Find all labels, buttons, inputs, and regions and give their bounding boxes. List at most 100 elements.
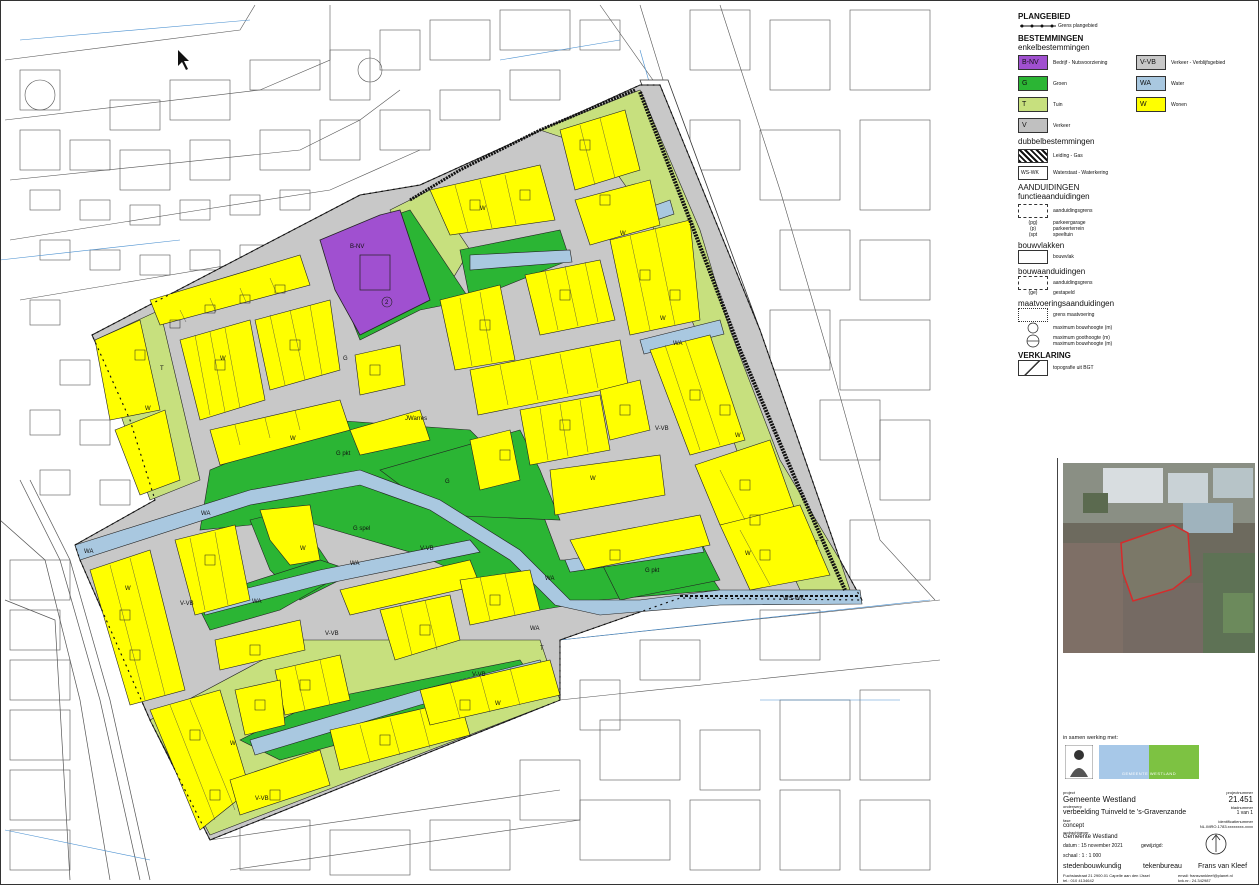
legend-item-bouw-grens: aanduidingsgrens <box>1018 276 1254 290</box>
swatch-bnv: B-NV <box>1018 55 1048 70</box>
legend-bestemmingen-heading: BESTEMMINGEN <box>1018 34 1084 43</box>
label-wswk: WS-WK <box>783 596 804 602</box>
label-g: G spel <box>353 526 370 532</box>
swatch-topografie <box>1018 360 1048 376</box>
legend-item-label: maximum goothoogte (m) maximum bouwhoogt… <box>1053 335 1113 347</box>
tb-fase: concept <box>1063 823 1085 829</box>
tb-project: Gemeente Westland <box>1063 795 1136 804</box>
legend-item-bouwvlak: bouwvlak <box>1018 250 1254 264</box>
label-wa: WA <box>673 341 682 347</box>
swatch-v: V <box>1018 118 1048 133</box>
swatch-wa: WA <box>1136 76 1166 91</box>
legend-verklaring-heading: VERKLARING <box>1018 351 1071 360</box>
legend-item-label: Bedrijf - Nutsvoorziening <box>1053 59 1108 66</box>
tb-schaal: schaal : 1 : 1 000 <box>1063 853 1102 859</box>
tb-firm-1: stedenbouwkundig <box>1063 863 1122 870</box>
legend-function-codes: (pg) (p) (spt <box>1028 220 1038 238</box>
swatch-waterkering: WS-WK <box>1018 166 1048 180</box>
label-w: W <box>125 586 131 592</box>
label-wa: WA <box>252 599 261 605</box>
legend-item-grens-maatvoering: grens maatvoering <box>1018 308 1254 322</box>
legend-item-label: Verkeer - Verblijfsgebied <box>1171 59 1226 66</box>
legend-item-label: maximum bouwhoogte (m) <box>1053 325 1113 331</box>
logo-text: GEMEENTE WESTLAND <box>1121 771 1177 776</box>
legend-item-aanduidingsgrens: aanduidingsgrens <box>1018 204 1254 218</box>
legend-item-wa: WA Water <box>1136 76 1254 91</box>
label-vvb: V-VB <box>180 601 194 607</box>
swatch-t: T <box>1018 97 1048 112</box>
label-wa: WA <box>201 511 210 517</box>
swatch-dashed <box>1018 204 1048 218</box>
legend-item-bnv: B-NV Bedrijf - Nutsvoorziening <box>1018 55 1136 70</box>
tb-kvk: kvk.nr.: 24.342987 <box>1178 878 1211 883</box>
legend-item-functies: (pg) (p) (spt parkeergarage parkeerterre… <box>1018 220 1254 238</box>
swatch-dotted <box>1018 308 1048 322</box>
label-w: W <box>590 476 596 482</box>
north-arrow-icon <box>1205 833 1227 855</box>
swatch-w: W <box>1136 97 1166 112</box>
tb-bladnummer: 1 van 1 <box>1236 810 1253 816</box>
label-w: W <box>290 436 296 442</box>
legend-item-label: grens maatvoering <box>1053 312 1095 318</box>
legend-item-label: Water <box>1171 80 1185 87</box>
label-w: W <box>745 551 751 557</box>
label-bnv: B-NV <box>350 244 364 250</box>
legend-item-label: Leiding - Gas <box>1053 153 1083 159</box>
label-w: W <box>230 741 236 747</box>
label-w: W <box>220 356 226 362</box>
tb-identificatie: NL.IMRO.1783.xxxxxxxx-xxxx <box>1199 824 1253 829</box>
legend-item-label: topografie uit BGT <box>1053 365 1094 371</box>
tb-onderwerp: verbeelding Tuinveld te 's-Gravenzande <box>1063 809 1187 816</box>
legend-item-topografie: topografie uit BGT <box>1018 360 1254 376</box>
tb-made-by: in samen werking met: <box>1063 735 1119 741</box>
label-vvb: V-VB <box>325 631 339 637</box>
tb-firm-2: tekenbureau <box>1143 863 1182 870</box>
legend-item-label: Groen <box>1053 80 1067 87</box>
legend-dubbel-heading: dubbelbestemmingen <box>1018 137 1095 146</box>
legend: PLANGEBIED Grens plangebied BESTEMMINGEN… <box>1018 12 1254 376</box>
legend-item-g: G Groen <box>1018 76 1136 91</box>
legend-function-labels: parkeergarage parkeerterrein speeltuin <box>1053 220 1086 238</box>
tb-firm-3: Frans van Kleef <box>1198 863 1248 870</box>
legend-item-label: Waterstaat - Waterkering <box>1053 170 1109 176</box>
swatch-gas-hatch <box>1018 149 1048 163</box>
label-w: W <box>480 206 486 212</box>
legend-item-w: W Wonen <box>1136 97 1254 112</box>
legend-item-label: gestapeld <box>1053 290 1075 296</box>
zoning-map[interactable]: W W W W W W W W W W W W W WA WA WA WA WA… <box>0 0 940 885</box>
legend-aanduidingen-heading: AANDUIDINGEN <box>1018 183 1080 192</box>
label-wa: WA <box>350 561 359 567</box>
legend-item-bouwhoogte: maximum bouwhoogte (m) <box>1018 322 1254 334</box>
height-circle-icon <box>1027 322 1039 334</box>
boundary-line-icon <box>1020 24 1056 28</box>
label-w: W <box>495 701 501 707</box>
logo-figure-icon <box>1065 745 1093 779</box>
legend-bestemmingen-grid: B-NV Bedrijf - Nutsvoorziening V-VB Verk… <box>1018 55 1254 133</box>
legend-plangebied-row: Grens plangebied <box>1018 21 1254 31</box>
label-vvb: V-VB <box>255 796 269 802</box>
label-w: W <box>145 406 151 412</box>
label-wa: WA <box>530 626 539 632</box>
label-w: W <box>735 433 741 439</box>
height-split-circle-icon <box>1026 334 1040 348</box>
tb-address-2: tel.: 010 4134642 <box>1063 878 1094 883</box>
legend-item-gestapeld: (ge) gestapeld <box>1018 290 1254 296</box>
legend-item-gas: Leiding - Gas <box>1018 149 1254 163</box>
legend-aanduidingen-subheading: functieaanduidingen <box>1018 192 1090 201</box>
tb-opdrachtgever: Gemeente Westland <box>1063 834 1118 840</box>
legend-item-label: Wonen <box>1171 101 1187 108</box>
label-t: T <box>815 541 819 547</box>
legend-item-waterkering: WS-WK Waterstaat - Waterkering <box>1018 166 1254 180</box>
label-jwarres: JWarres <box>405 416 427 422</box>
legend-plangebied-heading: PLANGEBIED <box>1018 12 1071 21</box>
label-vvb: V-VB <box>655 426 669 432</box>
legend-item-label: bouwvlak <box>1053 254 1074 260</box>
label-g: G <box>343 356 348 362</box>
legend-item-t: T Tuin <box>1018 97 1136 112</box>
label-w: W <box>660 316 666 322</box>
label-t: T <box>160 366 164 372</box>
label-w: W <box>620 231 626 237</box>
swatch-vvb: V-VB <box>1136 55 1166 70</box>
legend-maatvoering-heading: maatvoeringsaanduidingen <box>1018 299 1115 308</box>
tb-projectnummer: 21.451 <box>1228 795 1253 804</box>
